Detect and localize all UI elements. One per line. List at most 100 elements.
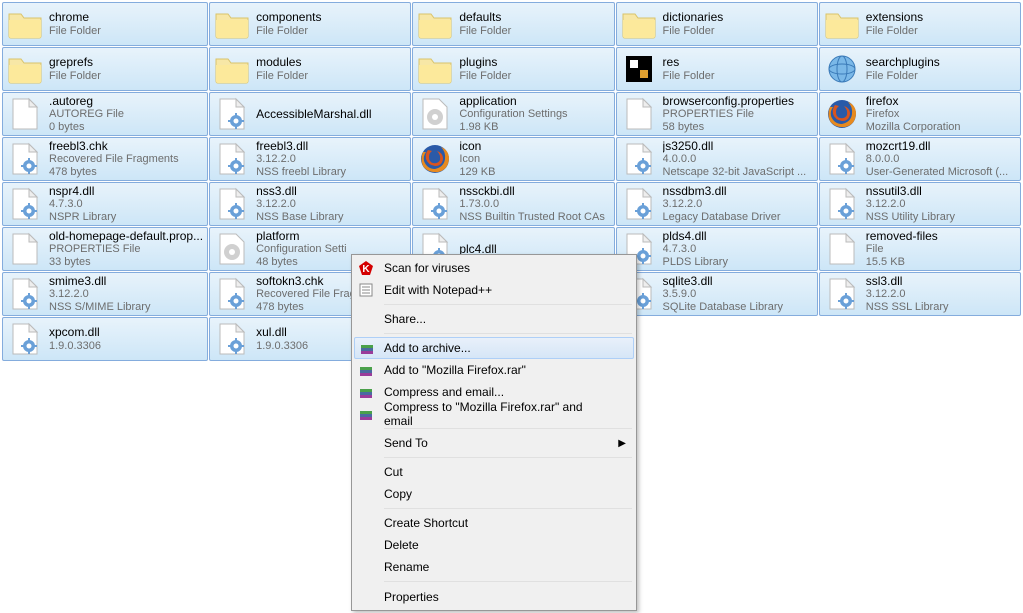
file-item[interactable]: nssutil3.dll3.12.2.0NSS Utility Library	[819, 182, 1021, 226]
menu-add-to-rar[interactable]: Add to "Mozilla Firefox.rar"	[354, 359, 634, 381]
file-item[interactable]: mozcrt19.dll8.0.0.0User-Generated Micros…	[819, 137, 1021, 181]
file-item[interactable]: freebl3.dll3.12.2.0NSS freebl Library	[209, 137, 411, 181]
gear-icon	[214, 96, 250, 132]
file-item[interactable]: applicationConfiguration Settings1.98 KB	[412, 92, 614, 136]
file-name: nspr4.dll	[49, 184, 203, 198]
file-item[interactable]: removed-filesFile15.5 KB	[819, 227, 1021, 271]
file-info: old-homepage-default.prop...PROPERTIES F…	[49, 229, 203, 270]
file-detail: File Folder	[866, 70, 1016, 83]
menu-label: Scan for viruses	[384, 261, 470, 275]
file-item[interactable]: AccessibleMarshal.dll	[209, 92, 411, 136]
file-item[interactable]: plds4.dll4.7.3.0PLDS Library	[616, 227, 818, 271]
file-detail: Firefox	[866, 108, 1016, 121]
menu-send-to[interactable]: Send To ▶	[354, 432, 634, 454]
file-item[interactable]: sqlite3.dll3.5.9.0SQLite Database Librar…	[616, 272, 818, 316]
file-detail: PROPERTIES File	[663, 108, 813, 121]
file-item[interactable]: modulesFile Folder	[209, 47, 411, 91]
gear-icon	[824, 186, 860, 222]
file-item[interactable]: ssl3.dll3.12.2.0NSS SSL Library	[819, 272, 1021, 316]
menu-create-shortcut[interactable]: Create Shortcut	[354, 512, 634, 534]
file-item[interactable]: .autoregAUTOREG File0 bytes	[2, 92, 208, 136]
file-item[interactable]: componentsFile Folder	[209, 2, 411, 46]
file-detail: User-Generated Microsoft (...	[866, 166, 1016, 179]
file-detail: NSS Utility Library	[866, 211, 1016, 224]
file-detail: File Folder	[256, 25, 406, 38]
menu-label: Cut	[384, 465, 403, 479]
menu-copy[interactable]: Copy	[354, 483, 634, 505]
file-item[interactable]: browserconfig.propertiesPROPERTIES File5…	[616, 92, 818, 136]
file-item[interactable]: pluginsFile Folder	[412, 47, 614, 91]
file-item[interactable]: dictionariesFile Folder	[616, 2, 818, 46]
file-info: freebl3.dll3.12.2.0NSS freebl Library	[256, 139, 406, 180]
file-name: nssdbm3.dll	[663, 184, 813, 198]
gear-icon	[214, 321, 250, 357]
menu-cut[interactable]: Cut	[354, 461, 634, 483]
file-item[interactable]: resFile Folder	[616, 47, 818, 91]
menu-label: Add to "Mozilla Firefox.rar"	[384, 363, 526, 377]
file-name: application	[459, 94, 609, 108]
file-item[interactable]: nspr4.dll4.7.3.0NSPR Library	[2, 182, 208, 226]
file-detail: 4.7.3.0	[49, 198, 203, 211]
menu-label: Delete	[384, 538, 419, 552]
menu-edit-notepad[interactable]: Edit with Notepad++	[354, 279, 634, 301]
file-name: removed-files	[866, 229, 1016, 243]
file-item[interactable]: firefoxFirefoxMozilla Corporation	[819, 92, 1021, 136]
folder-icon	[214, 51, 250, 87]
folder-icon	[824, 6, 860, 42]
submenu-arrow-icon: ▶	[618, 438, 626, 449]
file-item[interactable]: nss3.dll3.12.2.0NSS Base Library	[209, 182, 411, 226]
file-detail: NSS freebl Library	[256, 166, 406, 179]
file-item[interactable]: freebl3.chkRecovered File Fragments478 b…	[2, 137, 208, 181]
gear-icon	[7, 186, 43, 222]
menu-label: Create Shortcut	[384, 516, 468, 530]
file-detail: File Folder	[663, 70, 813, 83]
file-item[interactable]: extensionsFile Folder	[819, 2, 1021, 46]
file-name: .autoreg	[49, 94, 203, 108]
gear-icon	[7, 141, 43, 177]
firefox-icon	[824, 96, 860, 132]
menu-compress-rar-email[interactable]: Compress to "Mozilla Firefox.rar" and em…	[354, 403, 634, 425]
file-detail: File Folder	[49, 70, 203, 83]
file-item[interactable]: searchpluginsFile Folder	[819, 47, 1021, 91]
menu-label: Properties	[384, 590, 439, 604]
menu-properties[interactable]: Properties	[354, 585, 634, 608]
file-detail: File Folder	[256, 70, 406, 83]
gear-icon	[7, 321, 43, 357]
file-item[interactable]: nssckbi.dll1.73.0.0NSS Builtin Trusted R…	[412, 182, 614, 226]
file-info: extensionsFile Folder	[866, 10, 1016, 38]
file-info: firefoxFirefoxMozilla Corporation	[866, 94, 1016, 135]
file-info: ssl3.dll3.12.2.0NSS SSL Library	[866, 274, 1016, 315]
file-detail: 478 bytes	[49, 166, 203, 179]
file-detail: PROPERTIES File	[49, 243, 203, 256]
gear-icon	[214, 276, 250, 312]
file-info: dictionariesFile Folder	[663, 10, 813, 38]
menu-add-to-archive[interactable]: Add to archive...	[354, 337, 634, 359]
file-item[interactable]: smime3.dll3.12.2.0NSS S/MIME Library	[2, 272, 208, 316]
file-item[interactable]: iconIcon129 KB	[412, 137, 614, 181]
file-info: mozcrt19.dll8.0.0.0User-Generated Micros…	[866, 139, 1016, 180]
menu-rename[interactable]: Rename	[354, 556, 634, 578]
file-name: dictionaries	[663, 10, 813, 24]
menu-delete[interactable]: Delete	[354, 534, 634, 556]
file-detail: SQLite Database Library	[663, 301, 813, 314]
res-icon	[621, 51, 657, 87]
file-info: nspr4.dll4.7.3.0NSPR Library	[49, 184, 203, 225]
file-item[interactable]: chromeFile Folder	[2, 2, 208, 46]
file-item[interactable]: nssdbm3.dll3.12.2.0Legacy Database Drive…	[616, 182, 818, 226]
globe-icon	[824, 51, 860, 87]
file-detail: 4.0.0.0	[663, 153, 813, 166]
menu-label: Add to archive...	[384, 341, 471, 355]
file-item[interactable]: greprefsFile Folder	[2, 47, 208, 91]
file-item[interactable]: defaultsFile Folder	[412, 2, 614, 46]
file-detail: Icon	[459, 153, 609, 166]
file-detail: 3.12.2.0	[663, 198, 813, 211]
menu-label: Rename	[384, 560, 429, 574]
menu-scan-for-viruses[interactable]: K Scan for viruses	[354, 257, 634, 279]
file-info: greprefsFile Folder	[49, 55, 203, 83]
file-item[interactable]: js3250.dll4.0.0.0Netscape 32-bit JavaScr…	[616, 137, 818, 181]
file-item[interactable]: xpcom.dll1.9.0.3306	[2, 317, 208, 361]
file-info: browserconfig.propertiesPROPERTIES File5…	[663, 94, 813, 135]
file-item[interactable]: old-homepage-default.prop...PROPERTIES F…	[2, 227, 208, 271]
svg-text:K: K	[362, 264, 370, 275]
menu-share[interactable]: Share...	[354, 308, 634, 330]
